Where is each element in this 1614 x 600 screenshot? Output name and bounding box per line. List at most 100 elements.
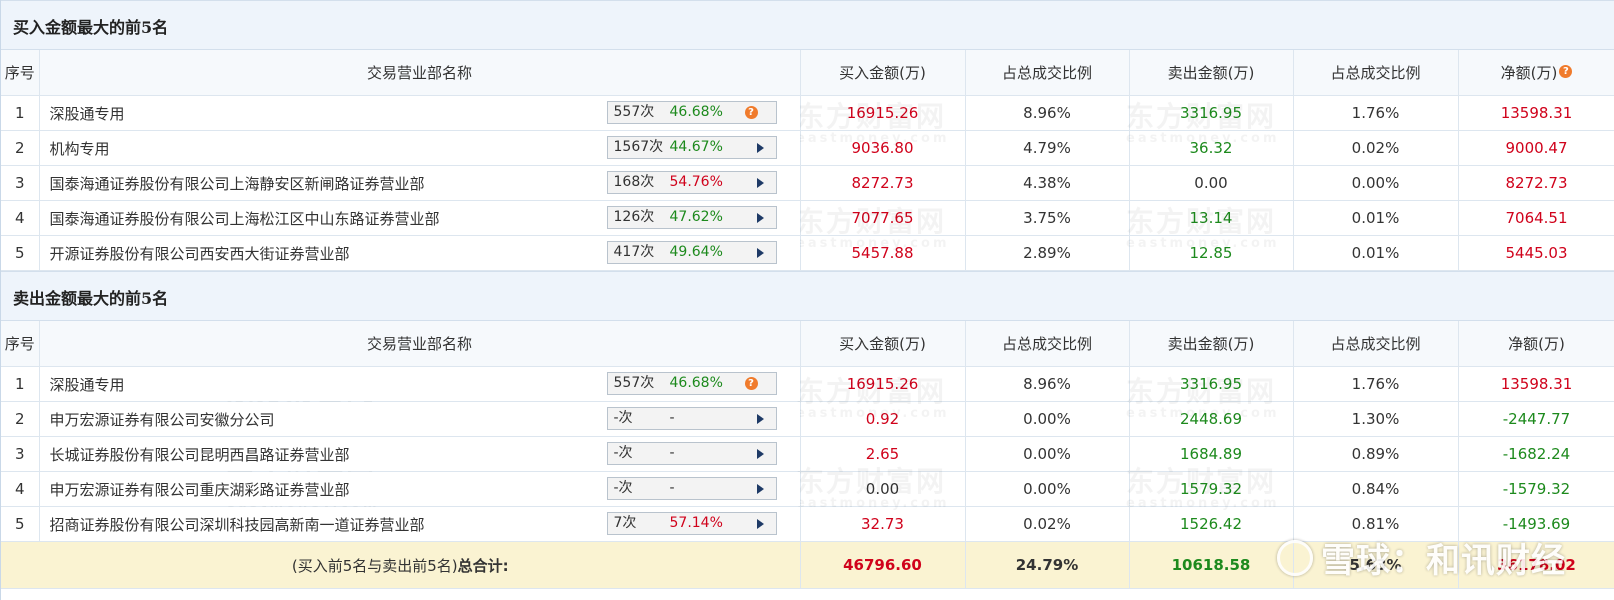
branch-name[interactable]: 申万宏源证券有限公司重庆湖彩路证券营业部 [50, 481, 350, 499]
sell-ratio: 0.89% [1293, 436, 1459, 472]
buy-amount: 0.00 [800, 471, 966, 507]
help-icon[interactable]: ? [1559, 65, 1573, 78]
branch-cell: 机构专用 1567次 44.67% [39, 130, 801, 166]
col-header-sell-ratio[interactable]: 占总成交比例 [1293, 50, 1459, 96]
branch-stats-button[interactable]: 7次 57.14% [606, 512, 777, 535]
buy-amount: 5457.88 [800, 235, 966, 271]
col-header-buy-amount[interactable]: 买入金额(万) [800, 321, 966, 367]
branch-name[interactable]: 深股通专用 [50, 105, 125, 123]
expand-arrow-icon[interactable] [756, 213, 764, 223]
branch-win-rate: 46.68% [669, 104, 723, 120]
sell-ratio: 0.02% [1293, 130, 1459, 166]
branch-name[interactable]: 开源证券股份有限公司西安西大街证券营业部 [50, 245, 350, 263]
col-header-buy-amount[interactable]: 买入金额(万) [800, 50, 966, 96]
branch-cell: 深股通专用 557次 46.68%? [39, 366, 801, 402]
branch-stats-button[interactable]: 417次 49.64% [606, 241, 777, 264]
col-header-net[interactable]: 净额(万) [1458, 321, 1614, 367]
branch-stats-button[interactable]: 126次 47.62% [606, 206, 777, 229]
xueqiu-watermark: 雪球：和讯财经 [1277, 533, 1566, 582]
branch-count: -次 [613, 410, 633, 426]
branch-name[interactable]: 机构专用 [50, 140, 110, 158]
expand-arrow-icon[interactable] [756, 248, 764, 258]
col-header-index: 序号 [1, 321, 40, 367]
branch-cell: 招商证券股份有限公司深圳科技园高新南一道证券营业部 7次 57.14% [39, 506, 801, 542]
table-row: 2 申万宏源证券有限公司安徽分公司 -次 - 0.92 0.00% 2448.69… [1, 401, 1614, 437]
expand-arrow-icon[interactable] [756, 519, 764, 529]
col-header-branch: 交易营业部名称 [39, 50, 801, 96]
row-index: 1 [1, 95, 40, 131]
branch-win-rate: - [669, 445, 675, 461]
buy-ratio: 0.02% [965, 506, 1130, 542]
branch-stats-button[interactable]: 168次 54.76% [606, 171, 777, 194]
branch-count: 1567次 [613, 139, 664, 155]
expand-arrow-icon[interactable] [756, 143, 764, 153]
branch-name[interactable]: 深股通专用 [50, 376, 125, 394]
col-header-net[interactable]: 净额(万)? [1458, 50, 1614, 96]
buy-ratio: 4.79% [965, 130, 1130, 166]
sell-ratio: 0.01% [1293, 235, 1459, 271]
buy-amount: 16915.26 [800, 95, 966, 131]
sell-amount: 2448.69 [1129, 401, 1294, 437]
branch-stats-button[interactable]: 557次 46.68%? [606, 372, 777, 395]
buy-ratio: 0.00% [965, 471, 1130, 507]
branch-win-rate: 47.62% [669, 209, 723, 225]
row-index: 4 [1, 471, 40, 507]
buy-ratio: 0.00% [965, 401, 1130, 437]
branch-cell: 开源证券股份有限公司西安西大街证券营业部 417次 49.64% [39, 235, 801, 271]
branch-stats-button[interactable]: -次 - [606, 442, 777, 465]
col-header-branch: 交易营业部名称 [39, 321, 801, 367]
total-buy-ratio: 24.79% [965, 541, 1130, 589]
table-row: 1 深股通专用 557次 46.68%? 16915.26 8.96% 3316.… [1, 95, 1614, 131]
branch-stats-button[interactable]: -次 - [606, 477, 777, 500]
table-row: 2 机构专用 1567次 44.67% 9036.80 4.79% 36.32 0… [1, 130, 1614, 166]
help-icon[interactable]: ? [744, 106, 758, 119]
expand-arrow-icon[interactable] [756, 449, 764, 459]
col-header-sell-ratio[interactable]: 占总成交比例 [1293, 321, 1459, 367]
net-amount: -1579.32 [1458, 471, 1614, 507]
branch-cell: 申万宏源证券有限公司重庆湖彩路证券营业部 -次 - [39, 471, 801, 507]
buy-ratio: 8.96% [965, 366, 1130, 402]
col-header-buy-ratio[interactable]: 占总成交比例 [965, 50, 1130, 96]
buy-section-title: 买入金额最大的前5名 [1, 0, 1614, 50]
net-amount: 5445.03 [1458, 235, 1614, 271]
branch-cell: 长城证券股份有限公司昆明西昌路证券营业部 -次 - [39, 436, 801, 472]
table-row: 1 深股通专用 557次 46.68%? 16915.26 8.96% 3316.… [1, 366, 1614, 402]
buy-ratio: 8.96% [965, 95, 1130, 131]
branch-count: 168次 [613, 174, 655, 190]
branch-win-rate: 49.64% [669, 244, 723, 260]
col-header-index: 序号 [1, 50, 40, 96]
buy-ratio: 2.89% [965, 235, 1130, 271]
branch-win-rate: 46.68% [669, 375, 723, 391]
branch-cell: 深股通专用 557次 46.68%? [39, 95, 801, 131]
buy-ratio: 0.00% [965, 436, 1130, 472]
branch-stats-button[interactable]: 1567次 44.67% [606, 136, 777, 159]
branch-stats-button[interactable]: 557次 46.68%? [606, 101, 777, 124]
col-header-sell-amount[interactable]: 卖出金额(万) [1129, 50, 1294, 96]
buy-ratio: 3.75% [965, 200, 1130, 236]
total-label: (买入前5名与卖出前5名)总合计: [1, 541, 801, 589]
net-amount: 7064.51 [1458, 200, 1614, 236]
branch-name[interactable]: 申万宏源证券有限公司安徽分公司 [50, 411, 275, 429]
buy-amount: 16915.26 [800, 366, 966, 402]
row-index: 2 [1, 130, 40, 166]
total-sell-amount: 10618.58 [1129, 541, 1294, 589]
branch-name[interactable]: 国泰海通证券股份有限公司上海静安区新闸路证券营业部 [50, 175, 425, 193]
col-header-sell-amount[interactable]: 卖出金额(万) [1129, 321, 1294, 367]
expand-arrow-icon[interactable] [756, 178, 764, 188]
col-header-buy-ratio[interactable]: 占总成交比例 [965, 321, 1130, 367]
branch-count: 557次 [613, 375, 655, 391]
branch-name[interactable]: 长城证券股份有限公司昆明西昌路证券营业部 [50, 446, 350, 464]
branch-stats-button[interactable]: -次 - [606, 407, 777, 430]
expand-arrow-icon[interactable] [756, 414, 764, 424]
expand-arrow-icon[interactable] [756, 484, 764, 494]
sell-amount: 12.85 [1129, 235, 1294, 271]
branch-cell: 国泰海通证券股份有限公司上海松江区中山东路证券营业部 126次 47.62% [39, 200, 801, 236]
row-index: 3 [1, 165, 40, 201]
branch-name[interactable]: 招商证券股份有限公司深圳科技园高新南一道证券营业部 [50, 516, 425, 534]
row-index: 4 [1, 200, 40, 236]
net-amount: -2447.77 [1458, 401, 1614, 437]
sell-amount: 3316.95 [1129, 95, 1294, 131]
branch-name[interactable]: 国泰海通证券股份有限公司上海松江区中山东路证券营业部 [50, 210, 440, 228]
buy-amount: 32.73 [800, 506, 966, 542]
help-icon[interactable]: ? [744, 377, 758, 390]
